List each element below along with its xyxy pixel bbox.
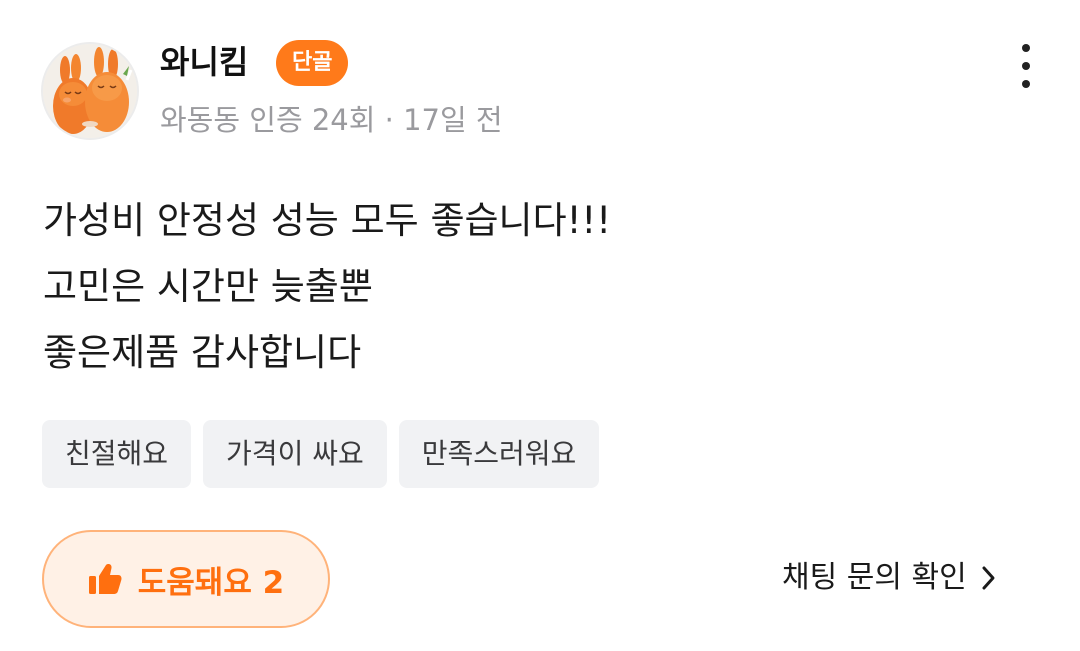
- chevron-right-icon: [982, 566, 995, 590]
- helpful-button[interactable]: 도움돼요 2: [42, 530, 330, 628]
- more-vertical-icon[interactable]: [1008, 42, 1044, 90]
- more-dot: [1022, 62, 1030, 70]
- chat-inquiry-label: 채팅 문의 확인: [782, 560, 967, 595]
- chat-inquiry-link[interactable]: 채팅 문의 확인: [782, 555, 997, 601]
- tag-kind: 친절해요: [42, 420, 192, 488]
- review-tags: 친절해요 가격이 싸요 만족스러워요: [42, 420, 600, 488]
- reviewer-meta: 와동동 인증 24회 · 17일 전: [160, 103, 503, 137]
- thumbs-up-icon: [88, 564, 122, 594]
- avatar[interactable]: [41, 42, 139, 140]
- more-dot: [1022, 80, 1030, 88]
- avatar-rabbit-image: [43, 44, 137, 138]
- tag-cheap-price: 가격이 싸요: [203, 420, 387, 488]
- tag-satisfied: 만족스러워요: [398, 420, 600, 488]
- helpful-label: 도움돼요 2: [137, 564, 285, 601]
- reviewer-name[interactable]: 와니킴: [160, 40, 248, 84]
- review-text: 가성비 안정성 성능 모두 좋습니다!!! 고민은 시간만 늦출뿐 좋은제품 감…: [43, 188, 611, 386]
- review-card: 와니킴 단골 와동동 인증 24회 · 17일 전 가성비 안정성 성능 모두 …: [0, 0, 1080, 651]
- review-line: 가성비 안정성 성능 모두 좋습니다!!!: [43, 199, 612, 242]
- review-line: 좋은제품 감사합니다: [43, 331, 362, 374]
- more-dot: [1022, 44, 1030, 52]
- regular-customer-badge: 단골: [276, 40, 349, 86]
- review-line: 고민은 시간만 늦출뿐: [43, 265, 373, 308]
